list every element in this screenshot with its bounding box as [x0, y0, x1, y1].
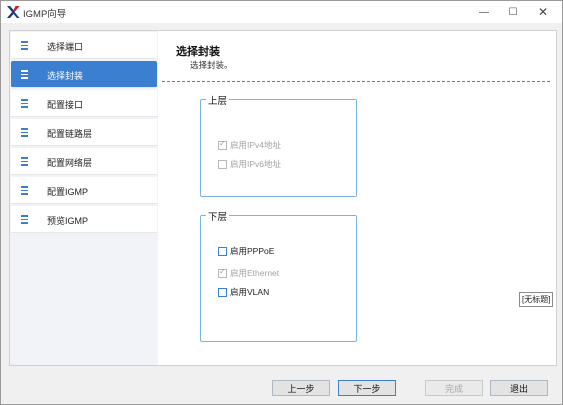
maximize-button[interactable]: ☐	[498, 1, 528, 23]
exit-button[interactable]: 退出	[490, 380, 548, 396]
vlan-label[interactable]: 启用VLAN	[230, 286, 269, 298]
sidebar-item-configure-interface[interactable]: 配置接口	[11, 90, 157, 117]
list-icon	[21, 157, 29, 166]
list-icon	[21, 128, 29, 137]
ipv6-label: 启用IPv6地址	[230, 159, 282, 169]
ipv6-checkbox	[218, 159, 227, 169]
sidebar-item-configure-link-layer[interactable]: 配置链路层	[11, 119, 157, 146]
pppoe-checkbox[interactable]	[218, 246, 227, 256]
checkmark-icon: ✓	[219, 266, 226, 276]
sidebar-item-label: 预览IGMP	[47, 216, 89, 226]
app-logo-icon	[7, 6, 20, 18]
ipv6-option: 启用IPv6地址	[218, 158, 281, 170]
vlan-option[interactable]: 启用VLAN	[218, 286, 269, 298]
header-divider	[162, 81, 550, 82]
sidebar-item-select-encapsulation[interactable]: 选择封装	[11, 61, 157, 88]
sidebar-item-label: 配置接口	[47, 100, 84, 110]
group-legend: 上层	[206, 93, 230, 107]
sidebar-item-label: 配置链路层	[47, 129, 93, 139]
minimize-button[interactable]: —	[469, 1, 499, 23]
page-subtitle: 选择封装。	[190, 60, 233, 70]
wizard-content: 选择端口 选择封装 配置接口 配置链路层 配置网络层 配置IGMP 预览IGMP…	[9, 30, 557, 366]
sidebar-item-label: 选择端口	[47, 42, 84, 52]
pppoe-label[interactable]: 启用PPPoE	[230, 245, 274, 257]
previous-button[interactable]: 上一步	[272, 380, 330, 396]
page-title: 选择封装	[176, 46, 220, 58]
sidebar-item-configure-igmp[interactable]: 配置IGMP	[11, 177, 157, 204]
sidebar-item-label: 选择封装	[47, 71, 84, 81]
group-legend: 下层	[206, 209, 230, 223]
sidebar-item-select-port[interactable]: 选择端口	[11, 32, 157, 59]
list-icon	[21, 186, 29, 195]
list-icon	[21, 99, 29, 108]
next-button[interactable]: 下一步	[338, 380, 396, 396]
sidebar-item-label: 配置IGMP	[47, 187, 89, 197]
upper-layer-group: 上层 ✓ 启用IPv4地址 启用IPv6地址	[200, 93, 357, 197]
title-bar: IGMP向导 — ☐ ✕	[1, 1, 562, 23]
sidebar-item-preview-igmp[interactable]: 预览IGMP	[11, 206, 157, 233]
ethernet-option: ✓ 启用Ethernet	[218, 267, 279, 279]
untitled-tooltip: [无标题]	[519, 292, 554, 307]
sidebar-item-label: 配置网络层	[47, 158, 93, 168]
ipv4-checkbox: ✓	[218, 138, 227, 150]
finish-button[interactable]: 完成	[425, 380, 483, 396]
list-icon	[21, 70, 29, 79]
sidebar-item-configure-network-layer[interactable]: 配置网络层	[11, 148, 157, 175]
vlan-checkbox[interactable]	[218, 287, 227, 297]
wizard-steps-sidebar: 选择端口 选择封装 配置接口 配置链路层 配置网络层 配置IGMP 预览IGMP	[10, 31, 158, 365]
encapsulation-panel: 选择封装 选择封装。 上层 ✓ 启用IPv4地址 启用IPv6地址 下层 启用P…	[158, 31, 556, 365]
checkmark-icon: ✓	[219, 138, 226, 148]
ethernet-checkbox: ✓	[218, 266, 227, 278]
igmp-wizard-window: IGMP向导 — ☐ ✕ 选择端口 选择封装 配置接口 配置链路层 配置网络层 …	[0, 0, 563, 405]
ethernet-label: 启用Ethernet	[230, 268, 280, 278]
close-button[interactable]: ✕	[528, 1, 558, 23]
window-title: IGMP向导	[23, 9, 67, 20]
ipv4-label: 启用IPv4地址	[230, 140, 282, 150]
pppoe-option[interactable]: 启用PPPoE	[218, 245, 274, 257]
lower-layer-group: 下层 启用PPPoE ✓ 启用Ethernet 启用VLAN	[200, 209, 357, 342]
list-icon	[21, 41, 29, 50]
list-icon	[21, 215, 29, 224]
ipv4-option: ✓ 启用IPv4地址	[218, 139, 281, 151]
